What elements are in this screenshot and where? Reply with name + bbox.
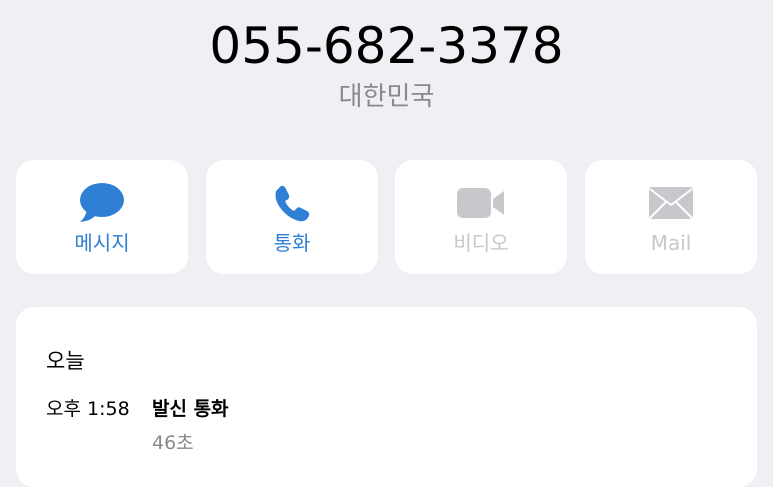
country-label: 대한민국 bbox=[338, 82, 435, 112]
message-bubble-icon bbox=[16, 180, 188, 226]
call-time: 오후 1:58 bbox=[46, 398, 130, 420]
recents-day-header: 오늘 bbox=[46, 349, 85, 373]
video-button-label: 비디오 bbox=[453, 231, 509, 255]
video-button[interactable]: 비디오 bbox=[395, 160, 567, 274]
call-duration: 46초 bbox=[152, 432, 194, 454]
phone-number: 055-682-3378 bbox=[209, 17, 564, 75]
call-button-label: 통화 bbox=[273, 231, 311, 255]
action-buttons: 메시지 통화 비디오 Mail bbox=[16, 160, 757, 274]
mail-button[interactable]: Mail bbox=[585, 160, 757, 274]
video-camera-icon bbox=[395, 180, 567, 226]
mail-envelope-icon bbox=[585, 180, 757, 226]
message-button[interactable]: 메시지 bbox=[16, 160, 188, 274]
message-button-label: 메시지 bbox=[74, 231, 130, 255]
call-button[interactable]: 통화 bbox=[206, 160, 378, 274]
call-type: 발신 통화 bbox=[152, 398, 229, 420]
mail-button-label: Mail bbox=[650, 231, 692, 255]
phone-icon bbox=[206, 180, 378, 226]
recents-card: 오늘 오후 1:58 발신 통화 46초 bbox=[16, 307, 757, 487]
